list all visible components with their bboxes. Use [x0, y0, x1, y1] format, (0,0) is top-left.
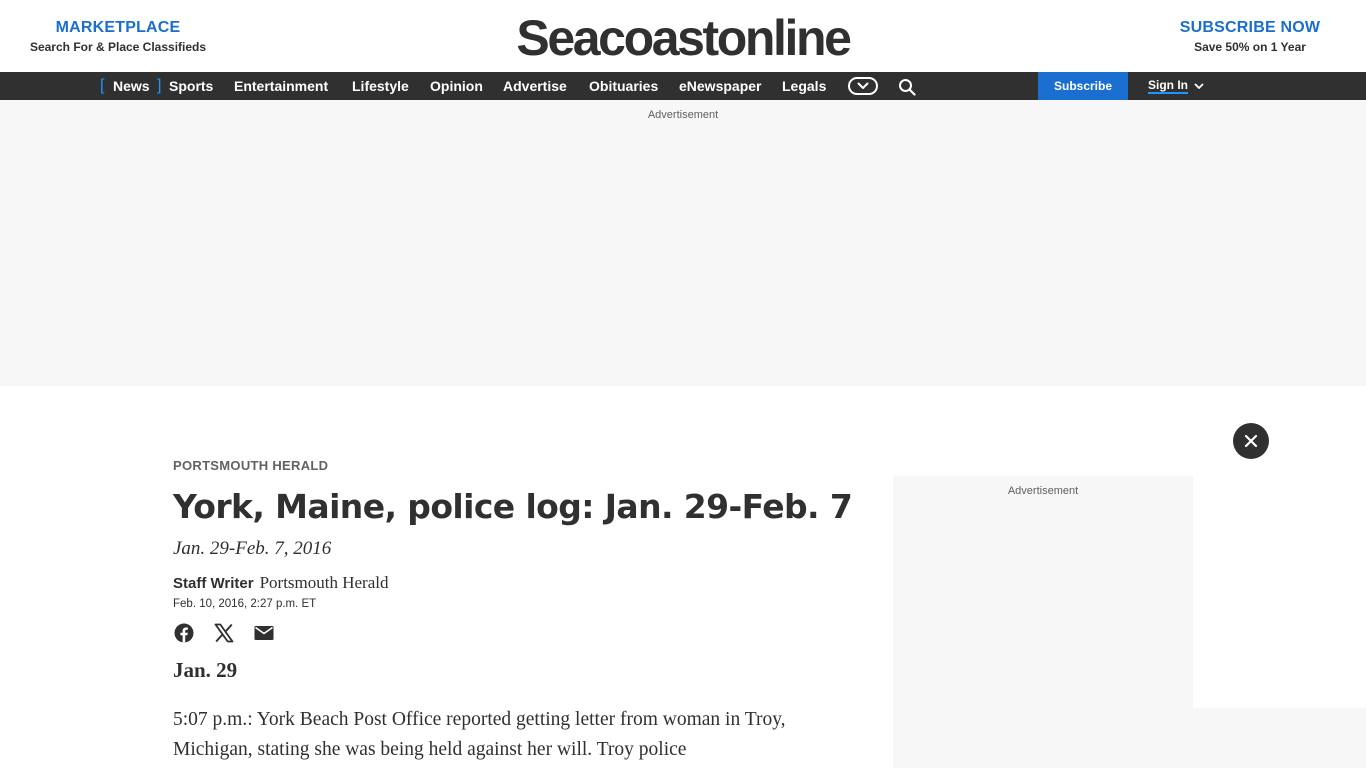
ad-label: Advertisement [1007, 485, 1079, 497]
article-paragraph: 5:07 p.m.: York Beach Post Office report… [173, 709, 786, 760]
nav-item-obituaries[interactable]: Obituaries [589, 72, 658, 100]
side-advertisement[interactable]: Advertisement [893, 476, 1193, 768]
subscribe-now-title: SUBSCRIBE NOW [1179, 19, 1321, 36]
nav-item-enewspaper[interactable]: eNewspaper [679, 72, 761, 100]
share-facebook-button[interactable] [173, 622, 195, 644]
article-headline: York, Maine, police log: Jan. 29-Feb. 7 [173, 487, 853, 526]
article-date: Feb. 10, 2016, 2:27 p.m. ET [173, 598, 317, 610]
top-header: MARKETPLACE Search For & Place Classifie… [0, 0, 1366, 72]
nav-item-lifestyle[interactable]: Lifestyle [352, 72, 409, 100]
byline-author: Staff Writer [173, 575, 254, 592]
marketplace-title: MARKETPLACE [55, 19, 181, 36]
sign-in-button[interactable]: Sign In [1148, 72, 1204, 100]
facebook-icon [174, 623, 194, 643]
sign-in-label: Sign In [1148, 78, 1188, 94]
subscribe-button[interactable]: Subscribe [1038, 72, 1128, 100]
article-source-label[interactable]: PORTSMOUTH HERALD [173, 458, 328, 473]
nav-search-button[interactable] [897, 77, 917, 97]
nav-item-sports[interactable]: Sports [169, 72, 213, 100]
search-icon [899, 79, 916, 96]
chevron-down-icon [1194, 83, 1204, 90]
byline: Staff Writer Portsmouth Herald [173, 573, 388, 593]
article-subhead: Jan. 29-Feb. 7, 2016 [173, 538, 332, 559]
nav-item-entertainment[interactable]: Entertainment [234, 72, 328, 100]
nav-item-advertise[interactable]: Advertise [503, 72, 567, 100]
nav-item-news[interactable]: News [113, 72, 150, 100]
ad-label: Advertisement [647, 109, 719, 121]
site-logo[interactable]: Seacoastonline [470, 9, 896, 67]
chevron-down-icon [857, 82, 869, 89]
x-icon [214, 623, 234, 643]
top-advertisement[interactable]: Advertisement [0, 100, 1366, 386]
section-heading: Jan. 29 [173, 658, 238, 682]
nav-more-button[interactable] [848, 77, 878, 95]
share-email-button[interactable] [253, 622, 275, 644]
marketplace-link[interactable]: MARKETPLACE Search For & Place Classifie… [0, 0, 236, 72]
share-x-button[interactable] [213, 622, 235, 644]
close-ad-button[interactable] [1233, 423, 1269, 459]
close-icon [1244, 434, 1258, 448]
marketplace-subtitle: Search For & Place Classifieds [29, 40, 207, 54]
subscribe-now-link[interactable]: SUBSCRIBE NOW Save 50% on 1 Year [1134, 0, 1366, 72]
nav-active-bracket-open: [ [100, 77, 105, 94]
nav-item-legals[interactable]: Legals [782, 72, 826, 100]
byline-publication: Portsmouth Herald [259, 573, 389, 592]
email-icon [254, 626, 274, 640]
nav-item-opinion[interactable]: Opinion [430, 72, 483, 100]
subscribe-now-subtitle: Save 50% on 1 Year [1194, 40, 1306, 54]
nav-active-bracket-close: ] [157, 77, 162, 94]
side-advertisement-extension [1193, 708, 1366, 768]
